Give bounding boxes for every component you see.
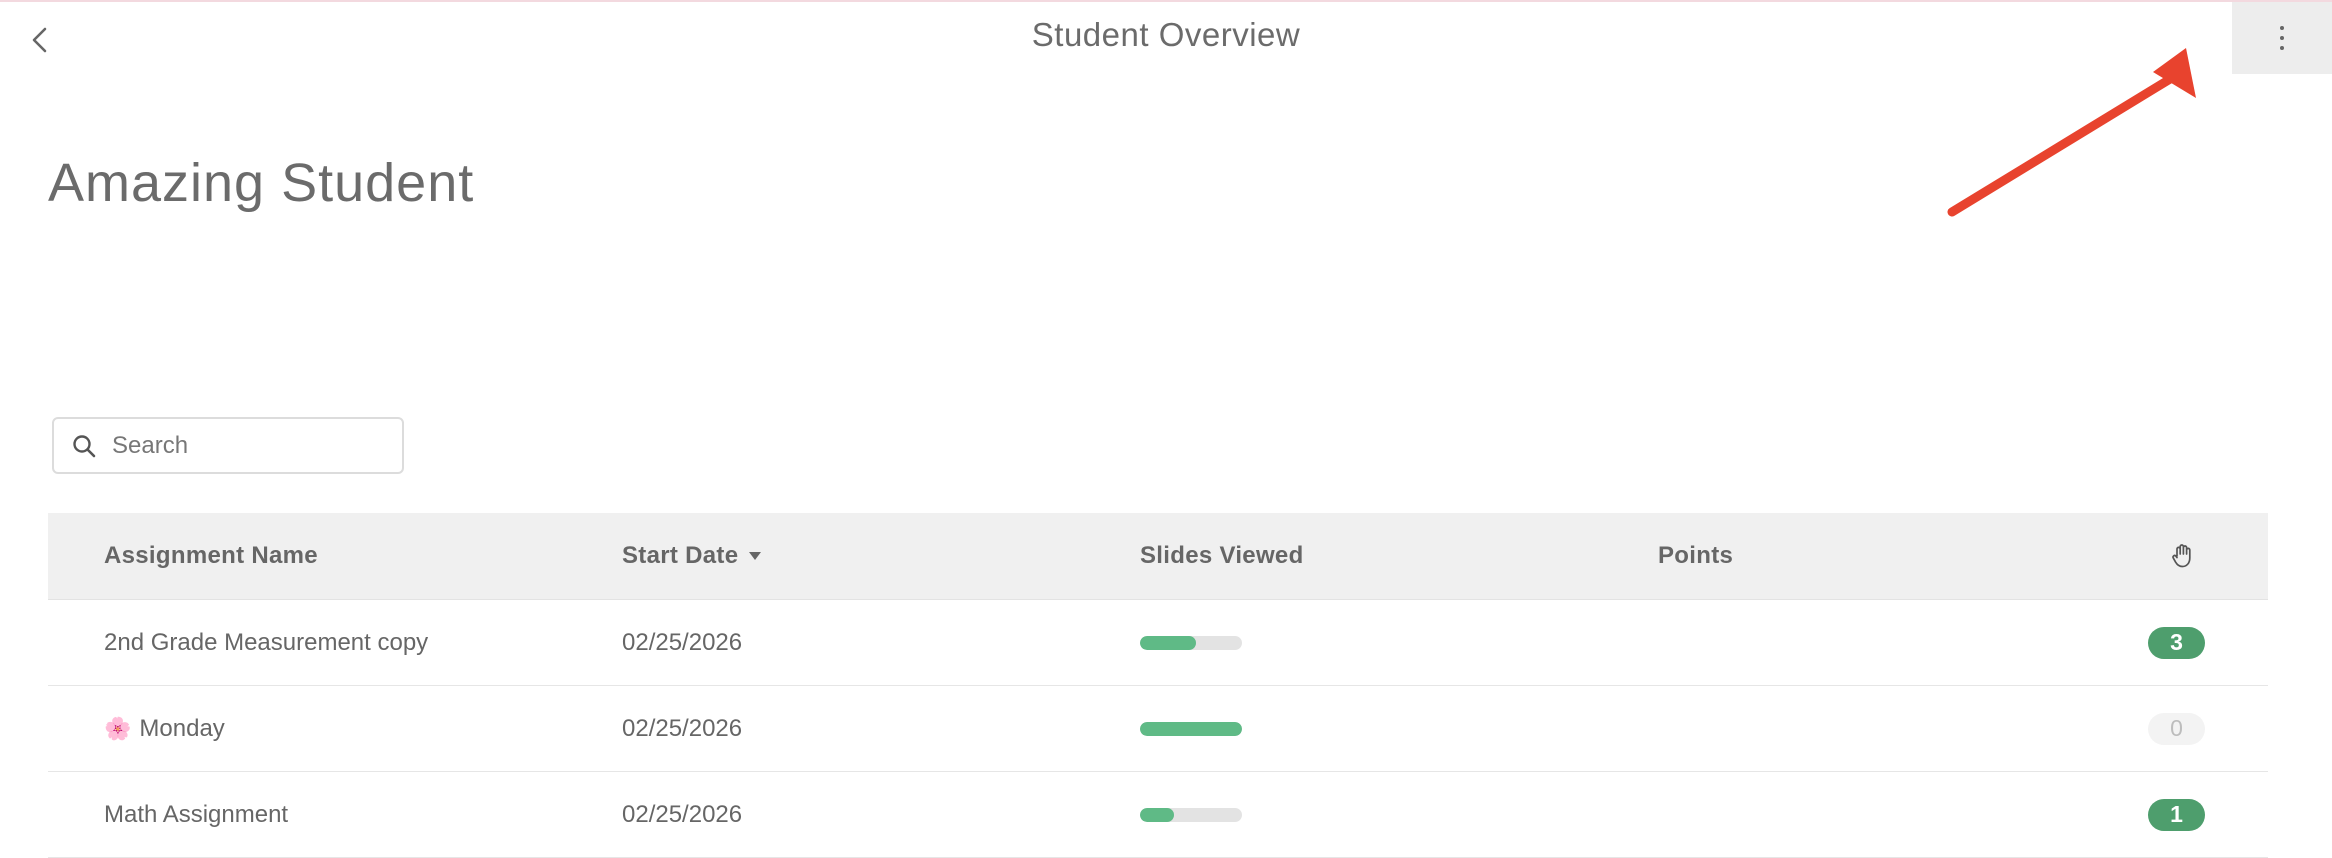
column-header-start-date[interactable]: Start Date (622, 542, 762, 570)
slides-viewed-cell (1140, 807, 1242, 822)
table-row[interactable]: 2nd Grade Measurement copy 02/25/2026 3 (48, 600, 2268, 686)
raised-hand-cell: 0 (2148, 712, 2205, 745)
raised-hand-icon (2172, 544, 2191, 568)
table-header: Assignment Name Start Date Slides Viewed… (48, 513, 2268, 600)
column-header-label: Assignment Name (104, 542, 318, 569)
start-date: 02/25/2026 (622, 714, 743, 742)
slides-viewed-cell (1140, 721, 1242, 736)
search-icon (73, 434, 96, 457)
sort-down-icon (749, 552, 762, 560)
slides-progress-bar (1140, 635, 1242, 650)
raised-hand-count-badge[interactable]: 3 (2148, 626, 2205, 659)
annotation-arrow-icon (1947, 48, 2196, 217)
start-date-cell: 02/25/2026 (622, 801, 742, 829)
raised-hand-cell: 3 (2148, 626, 2205, 659)
column-header-points[interactable]: Points (1658, 542, 1733, 570)
more-options-button[interactable] (2232, 2, 2332, 74)
start-date-cell: 02/25/2026 (622, 715, 742, 743)
slides-progress-fill (1140, 807, 1174, 822)
column-header-slides-viewed[interactable]: Slides Viewed (1140, 542, 1304, 570)
assignments-table: Assignment Name Start Date Slides Viewed… (48, 513, 2268, 858)
assignment-name-cell: Math Assignment (104, 801, 288, 829)
slides-progress-fill (1140, 721, 1242, 736)
slides-progress-fill (1140, 635, 1197, 650)
assignment-name: 2nd Grade Measurement copy (104, 628, 429, 656)
flower-emoji: 🌸 (104, 715, 132, 741)
slides-progress-bar (1140, 807, 1242, 822)
search-input[interactable] (112, 431, 382, 460)
assignment-name-cell: 2nd Grade Measurement copy (104, 629, 428, 657)
start-date-cell: 02/25/2026 (622, 629, 742, 657)
start-date: 02/25/2026 (622, 628, 743, 656)
raised-hand-cell: 1 (2148, 798, 2205, 831)
column-header-raised-hand[interactable] (2172, 543, 2194, 569)
assignment-name: Monday (139, 714, 225, 742)
raised-hand-count-badge[interactable]: 1 (2148, 798, 2205, 831)
column-header-label: Points (1658, 542, 1734, 569)
column-header-assignment-name[interactable]: Assignment Name (104, 542, 318, 570)
column-header-label: Start Date (622, 542, 739, 569)
raised-hand-count-badge[interactable]: 0 (2148, 712, 2205, 745)
assignment-name: Math Assignment (104, 800, 289, 828)
start-date: 02/25/2026 (622, 800, 743, 828)
assignment-name-cell: 🌸 Monday (104, 715, 225, 743)
column-header-label: Slides Viewed (1140, 542, 1304, 569)
table-row[interactable]: Math Assignment 02/25/2026 1 (48, 772, 2268, 858)
student-name-heading: Amazing Student (48, 153, 475, 213)
slides-progress-bar (1140, 721, 1242, 736)
slides-viewed-cell (1140, 635, 1242, 650)
vertical-dots-icon (2280, 26, 2284, 50)
search-box[interactable] (52, 417, 404, 474)
table-row[interactable]: 🌸 Monday 02/25/2026 0 (48, 686, 2268, 772)
